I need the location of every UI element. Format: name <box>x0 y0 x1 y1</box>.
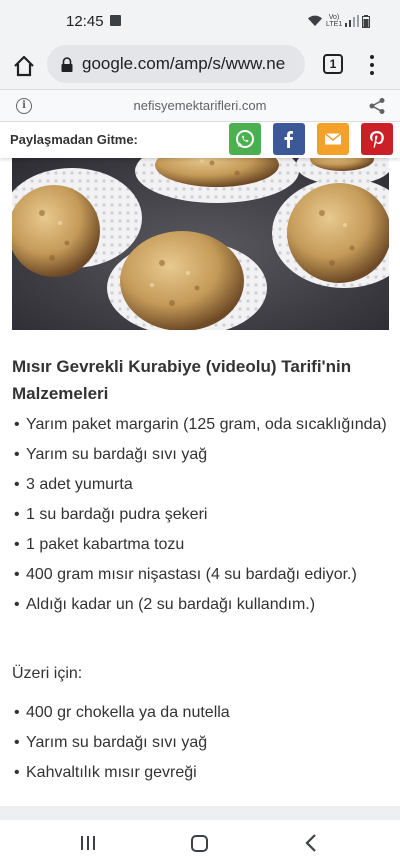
url-text: google.com/amp/s/www.ne <box>82 54 286 73</box>
menu-dot <box>370 71 374 75</box>
amp-domain: nefisyemektarifleri.com <box>133 98 267 113</box>
topping-item: Kahvaltılık mısır gevreği <box>14 762 390 783</box>
topping-item: Yarım su bardağı sıvı yağ <box>14 732 390 753</box>
share-bar: Paylaşmadan Gitme: <box>0 122 400 158</box>
system-nav-bar <box>0 820 400 866</box>
overflow-menu-button[interactable] <box>364 52 380 78</box>
menu-dot <box>370 55 374 59</box>
ingredient-item: 1 paket kabartma tozu <box>14 534 390 555</box>
home-nav-icon[interactable] <box>191 835 208 852</box>
facebook-share-button[interactable] <box>273 123 305 155</box>
topping-list: 400 gr chokella ya da nutella Yarım su b… <box>14 702 390 792</box>
ingredient-item: Aldığı kadar un (2 su bardağı kullandım.… <box>14 594 390 615</box>
ingredients-list: Yarım paket margarin (125 gram, oda sıca… <box>14 414 390 624</box>
whatsapp-share-button[interactable] <box>229 123 261 155</box>
home-button[interactable] <box>10 52 38 80</box>
address-bar[interactable]: google.com/amp/s/www.ne <box>47 45 305 83</box>
wifi-icon <box>308 15 322 26</box>
ingredient-item: 400 gram mısır nişastası (4 su bardağı e… <box>14 564 390 585</box>
status-bar: 12:45 Vo) LTE1 <box>0 0 400 42</box>
topping-item: 400 gr chokella ya da nutella <box>14 702 390 723</box>
home-icon <box>14 55 34 77</box>
pinterest-icon <box>370 131 384 148</box>
gallery-notification-icon <box>110 15 121 26</box>
topping-heading: Üzeri için: <box>12 665 83 682</box>
share-icon[interactable] <box>368 97 386 115</box>
battery-icon <box>362 14 370 28</box>
lock-icon <box>61 57 73 72</box>
whatsapp-icon <box>236 130 254 148</box>
cookie-photo-illustration <box>12 153 389 330</box>
back-icon[interactable] <box>305 834 317 852</box>
ingredient-item: 1 su bardağı pudra şekeri <box>14 504 390 525</box>
email-share-button[interactable] <box>317 123 349 155</box>
signal-icon <box>345 15 359 27</box>
recipe-photo <box>12 153 389 330</box>
browser-toolbar: google.com/amp/s/www.ne 1 <box>0 42 400 90</box>
recent-apps-icon[interactable] <box>80 836 96 850</box>
page-divider <box>0 806 400 820</box>
status-indicators: Vo) LTE1 <box>307 14 370 28</box>
menu-dot <box>370 63 374 67</box>
tab-switcher-button[interactable]: 1 <box>323 54 343 74</box>
mail-icon <box>324 132 342 145</box>
network-type-label: Vo) LTE1 <box>326 14 343 28</box>
amp-header: i nefisyemektarifleri.com <box>0 90 400 122</box>
status-time: 12:45 <box>66 13 104 30</box>
ingredient-item: 3 adet yumurta <box>14 474 390 495</box>
article-title: Mısır Gevrekli Kurabiye (videolu) Tarifi… <box>12 357 352 403</box>
pinterest-share-button[interactable] <box>361 123 393 155</box>
ingredient-item: Yarım su bardağı sıvı yağ <box>14 444 390 465</box>
share-label: Paylaşmadan Gitme: <box>10 132 138 147</box>
ingredient-item: Yarım paket margarin (125 gram, oda sıca… <box>14 414 390 435</box>
facebook-icon <box>284 131 293 148</box>
